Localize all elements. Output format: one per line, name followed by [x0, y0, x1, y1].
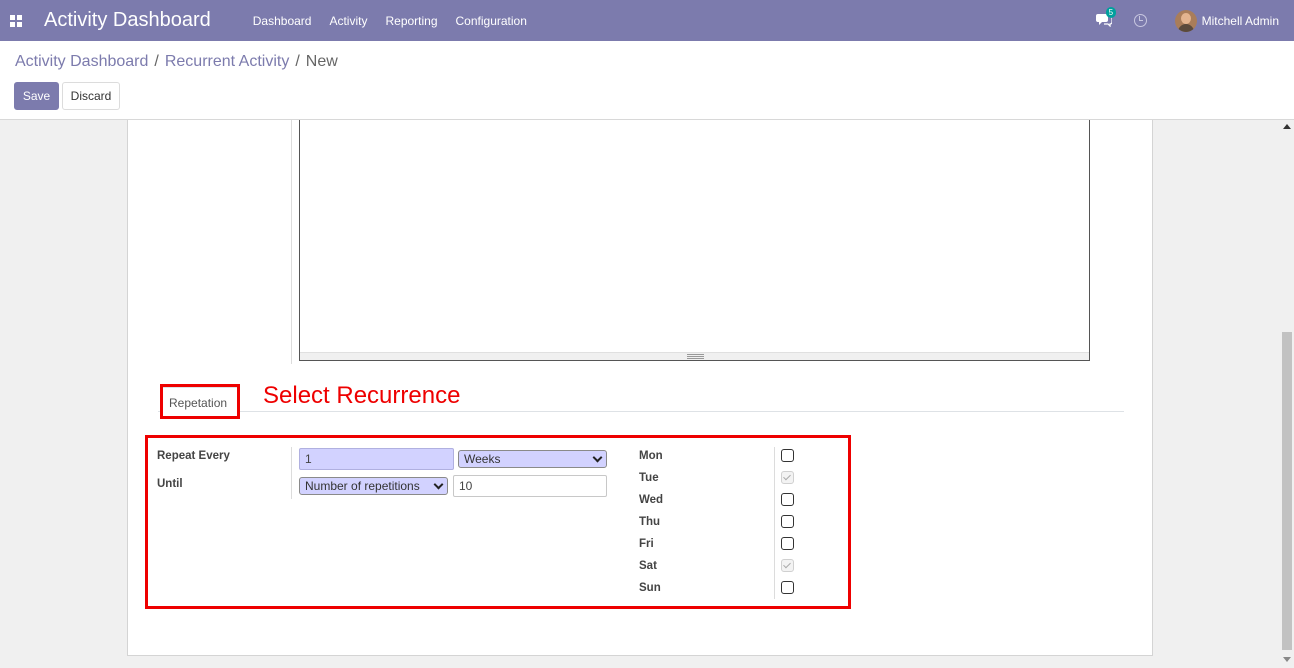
- day-label-mon: Mon: [639, 450, 663, 462]
- checkbox-mon[interactable]: [781, 449, 794, 462]
- checkbox-sat[interactable]: [781, 559, 794, 572]
- scroll-up-arrow-icon[interactable]: [1283, 124, 1291, 129]
- menu-configuration[interactable]: Configuration: [456, 14, 527, 28]
- menu-activity[interactable]: Activity: [329, 14, 367, 28]
- user-avatar[interactable]: [1174, 9, 1197, 32]
- checkbox-tue[interactable]: [781, 471, 794, 484]
- scroll-down-arrow-icon[interactable]: [1283, 657, 1291, 662]
- repeat-unit-value: Weeks: [464, 452, 501, 466]
- form-content-area: Repetation Select Recurrence Repeat Ever…: [0, 120, 1294, 668]
- user-name[interactable]: Mitchell Admin: [1202, 14, 1279, 28]
- day-label-thu: Thu: [639, 516, 661, 528]
- breadcrumb-separator: /: [295, 53, 300, 70]
- day-column-divider: [774, 447, 775, 599]
- repeat-every-label: Repeat Every: [157, 450, 230, 462]
- repeat-unit-select[interactable]: Weeks: [458, 450, 607, 468]
- editor-resize-bar: [300, 352, 1089, 360]
- messages-icon[interactable]: 5: [1095, 6, 1117, 29]
- menu-reporting[interactable]: Reporting: [385, 14, 437, 28]
- checkbox-wed[interactable]: [781, 493, 794, 506]
- top-navbar: Activity Dashboard Dashboard Activity Re…: [0, 0, 1294, 41]
- menu-dashboard[interactable]: Dashboard: [253, 14, 312, 28]
- label-column-divider: [291, 120, 292, 364]
- day-label-wed: Wed: [639, 494, 664, 506]
- checkbox-thu[interactable]: [781, 515, 794, 528]
- checkbox-fri[interactable]: [781, 537, 794, 550]
- main-menu: Dashboard Activity Reporting Configurati…: [253, 14, 545, 28]
- until-type-select[interactable]: Number of repetitions: [299, 477, 448, 495]
- resize-grip-icon[interactable]: [687, 354, 704, 359]
- repetition-count-input[interactable]: 10: [453, 475, 607, 497]
- activity-clock-icon[interactable]: [1133, 14, 1147, 27]
- field-divider: [291, 447, 292, 499]
- repeat-interval-input[interactable]: 1: [299, 448, 454, 470]
- annotation-select-recurrence: Select Recurrence: [263, 382, 461, 409]
- scrollbar-thumb[interactable]: [1282, 332, 1292, 650]
- breadcrumb: Activity Dashboard / Recurrent Activity …: [15, 53, 338, 71]
- checkbox-sun[interactable]: [781, 581, 794, 594]
- description-editor[interactable]: [299, 120, 1090, 361]
- day-label-fri: Fri: [639, 538, 654, 550]
- control-panel: Activity Dashboard / Recurrent Activity …: [0, 41, 1294, 120]
- annotation-highlight-tab: [160, 384, 240, 419]
- breadcrumb-separator: /: [154, 53, 159, 70]
- save-button[interactable]: Save: [14, 82, 59, 110]
- notebook-tab-bar: [158, 411, 1124, 412]
- day-label-sat: Sat: [639, 560, 657, 572]
- chevron-down-icon: [592, 452, 603, 462]
- chevron-down-icon: [433, 479, 444, 489]
- messages-count-badge: 5: [1105, 6, 1117, 18]
- page-scrollbar[interactable]: [1280, 120, 1294, 668]
- apps-menu-icon[interactable]: [2, 0, 30, 41]
- breadcrumb-activity-dashboard[interactable]: Activity Dashboard: [15, 53, 148, 71]
- until-label: Until: [157, 478, 183, 490]
- navbar-systray: 5 Mitchell Admin: [1095, 0, 1279, 41]
- breadcrumb-recurrent-activity[interactable]: Recurrent Activity: [165, 53, 289, 71]
- form-sheet: Repetation Select Recurrence Repeat Ever…: [127, 120, 1153, 656]
- day-label-sun: Sun: [639, 582, 661, 594]
- breadcrumb-current: New: [305, 53, 338, 70]
- discard-button[interactable]: Discard: [62, 82, 120, 110]
- until-type-value: Number of repetitions: [305, 479, 420, 493]
- day-label-tue: Tue: [639, 472, 659, 484]
- app-title[interactable]: Activity Dashboard: [44, 9, 211, 32]
